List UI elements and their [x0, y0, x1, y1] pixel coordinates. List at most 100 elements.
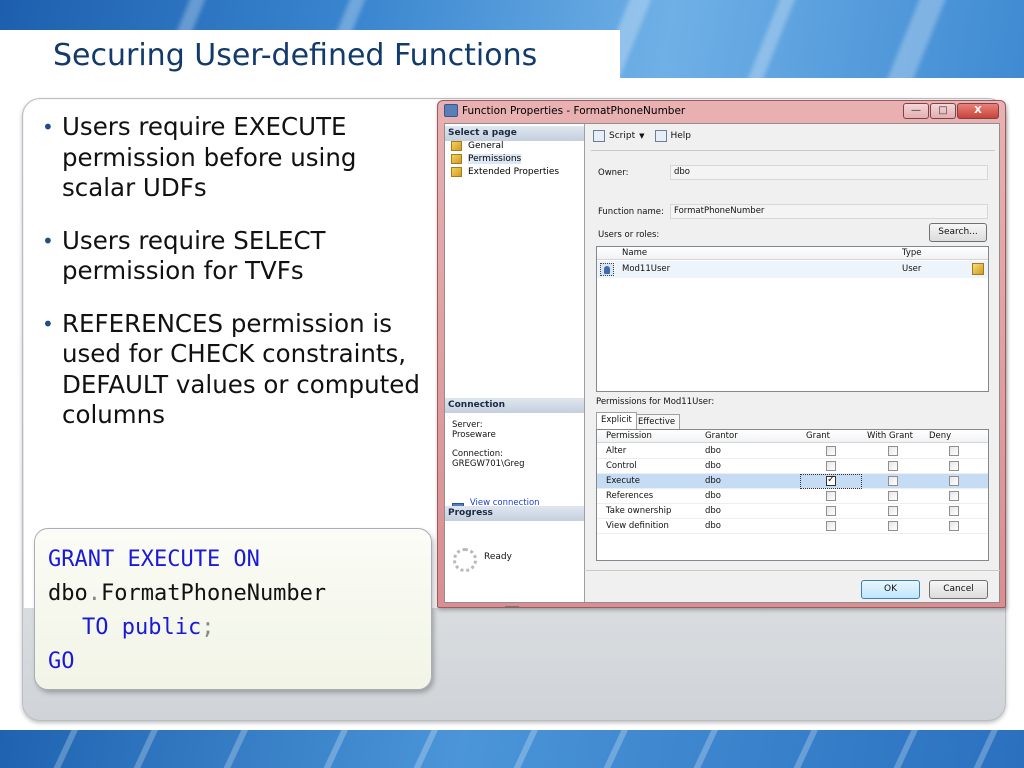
table-row[interactable]: Alter dbo — [597, 444, 988, 459]
bullet-item: • REFERENCES permission is used for CHECK… — [42, 308, 420, 430]
footer-divider — [586, 570, 1000, 571]
progress-spinner-icon — [453, 548, 477, 572]
column-header-permission[interactable]: Permission — [606, 430, 652, 443]
owner-field[interactable]: dbo — [670, 165, 988, 180]
users-grid: Name Type Mod11User User — [596, 246, 989, 392]
table-row[interactable]: References dbo — [597, 489, 988, 504]
column-header-grant[interactable]: Grant — [806, 430, 830, 443]
tab-effective[interactable]: Effective — [633, 414, 681, 429]
grantor-cell: dbo — [705, 506, 721, 516]
with-grant-checkbox[interactable] — [888, 491, 898, 501]
user-name-cell: Mod11User — [622, 264, 671, 274]
minimize-button[interactable]: — — [903, 103, 929, 119]
permission-cell: View definition — [606, 521, 669, 531]
permission-cell: References — [606, 491, 654, 501]
column-header-grantor[interactable]: Grantor — [705, 430, 738, 443]
code-schema: dbo — [48, 581, 88, 606]
column-header-name[interactable]: Name — [622, 247, 647, 260]
code-keyword: GO — [48, 649, 75, 674]
page-icon — [451, 141, 462, 151]
grant-checkbox[interactable] — [826, 521, 836, 531]
permission-cell: Take ownership — [606, 506, 672, 516]
table-row[interactable]: Control dbo — [597, 459, 988, 474]
permission-cell: Control — [606, 461, 637, 471]
code-punct: . — [87, 581, 101, 606]
grant-checkbox[interactable] — [826, 506, 836, 516]
connection-header: Connection — [445, 398, 584, 413]
close-button[interactable]: X — [957, 103, 999, 119]
grantor-cell: dbo — [705, 521, 721, 531]
deny-checkbox[interactable] — [949, 506, 959, 516]
grantor-cell: dbo — [705, 446, 721, 456]
table-row[interactable]: View definition dbo — [597, 519, 988, 534]
grant-checkbox[interactable] — [826, 461, 836, 471]
grant-checkbox[interactable] — [826, 474, 836, 486]
page-item-permissions[interactable]: Permissions — [451, 154, 522, 164]
permissions-page: Script ▼ Help Owner: dbo Function name: … — [586, 124, 1000, 602]
table-row[interactable]: Mod11User User — [597, 261, 988, 278]
with-grant-checkbox[interactable] — [888, 476, 898, 486]
code-punct: ; — [201, 615, 215, 640]
deny-checkbox[interactable] — [949, 521, 959, 531]
permission-cell: Execute — [606, 476, 640, 486]
search-button[interactable]: Search... — [929, 223, 987, 242]
grantor-cell: dbo — [705, 491, 721, 501]
progress-status: Ready — [484, 552, 512, 562]
bullet-dot-icon: • — [42, 311, 54, 336]
ok-button[interactable]: OK — [861, 580, 920, 599]
page-icon — [451, 167, 462, 177]
toolbar-divider — [591, 150, 995, 151]
footer-band — [0, 730, 1024, 768]
with-grant-checkbox[interactable] — [888, 506, 898, 516]
edit-user-icon[interactable] — [972, 263, 984, 275]
deny-checkbox[interactable] — [949, 491, 959, 501]
with-grant-checkbox[interactable] — [888, 521, 898, 531]
user-type-cell: User — [902, 264, 922, 274]
script-button[interactable]: Script — [609, 131, 635, 141]
with-grant-checkbox[interactable] — [888, 461, 898, 471]
grant-checkbox[interactable] — [826, 491, 836, 501]
user-icon — [600, 263, 614, 276]
help-icon — [654, 130, 667, 142]
deny-checkbox[interactable] — [949, 476, 959, 486]
tab-explicit[interactable]: Explicit — [596, 412, 637, 429]
cancel-button[interactable]: Cancel — [929, 580, 988, 599]
code-identifier: FormatPhoneNumber — [101, 581, 327, 606]
help-button[interactable]: Help — [671, 131, 692, 141]
users-or-roles-label: Users or roles: — [598, 230, 660, 240]
grantor-cell: dbo — [705, 476, 721, 486]
server-value: Proseware — [452, 430, 496, 440]
dialog-app-icon — [444, 104, 458, 117]
progress-header: Progress — [445, 506, 584, 521]
users-grid-header: Name Type — [597, 247, 988, 260]
page-item-extended-properties[interactable]: Extended Properties — [451, 167, 559, 177]
deny-checkbox[interactable] — [949, 446, 959, 456]
permissions-grid: Permission Grantor Grant With Grant Deny… — [596, 429, 989, 561]
decorative-mark — [505, 606, 519, 607]
grant-checkbox[interactable] — [826, 446, 836, 456]
bullet-dot-icon: • — [42, 228, 54, 253]
function-name-field[interactable]: FormatPhoneNumber — [670, 204, 988, 219]
grantor-cell: dbo — [705, 461, 721, 471]
with-grant-checkbox[interactable] — [888, 446, 898, 456]
code-keyword: TO public — [82, 615, 202, 640]
maximize-button[interactable]: □ — [930, 103, 956, 119]
table-row[interactable]: Take ownership dbo — [597, 504, 988, 519]
permission-cell: Alter — [606, 446, 627, 456]
select-page-header: Select a page — [445, 126, 584, 141]
column-header-type[interactable]: Type — [902, 247, 922, 260]
code-keyword: GRANT EXECUTE ON — [48, 547, 260, 572]
table-row[interactable]: Execute dbo — [597, 474, 988, 489]
column-header-deny[interactable]: Deny — [929, 430, 951, 443]
permissions-grid-header: Permission Grantor Grant With Grant Deny — [597, 430, 988, 443]
deny-checkbox[interactable] — [949, 461, 959, 471]
page-icon — [451, 154, 462, 164]
bullet-item: • Users require EXECUTE permission before… — [42, 112, 357, 202]
bullet-list: • Users require EXECUTE permission before… — [42, 112, 422, 453]
page-item-general[interactable]: General — [451, 141, 503, 151]
function-name-label: Function name: — [598, 207, 664, 217]
column-header-with-grant[interactable]: With Grant — [867, 430, 913, 443]
bullet-dot-icon: • — [42, 115, 54, 139]
chevron-down-icon[interactable]: ▼ — [639, 132, 644, 140]
server-label: Server: — [452, 420, 483, 430]
